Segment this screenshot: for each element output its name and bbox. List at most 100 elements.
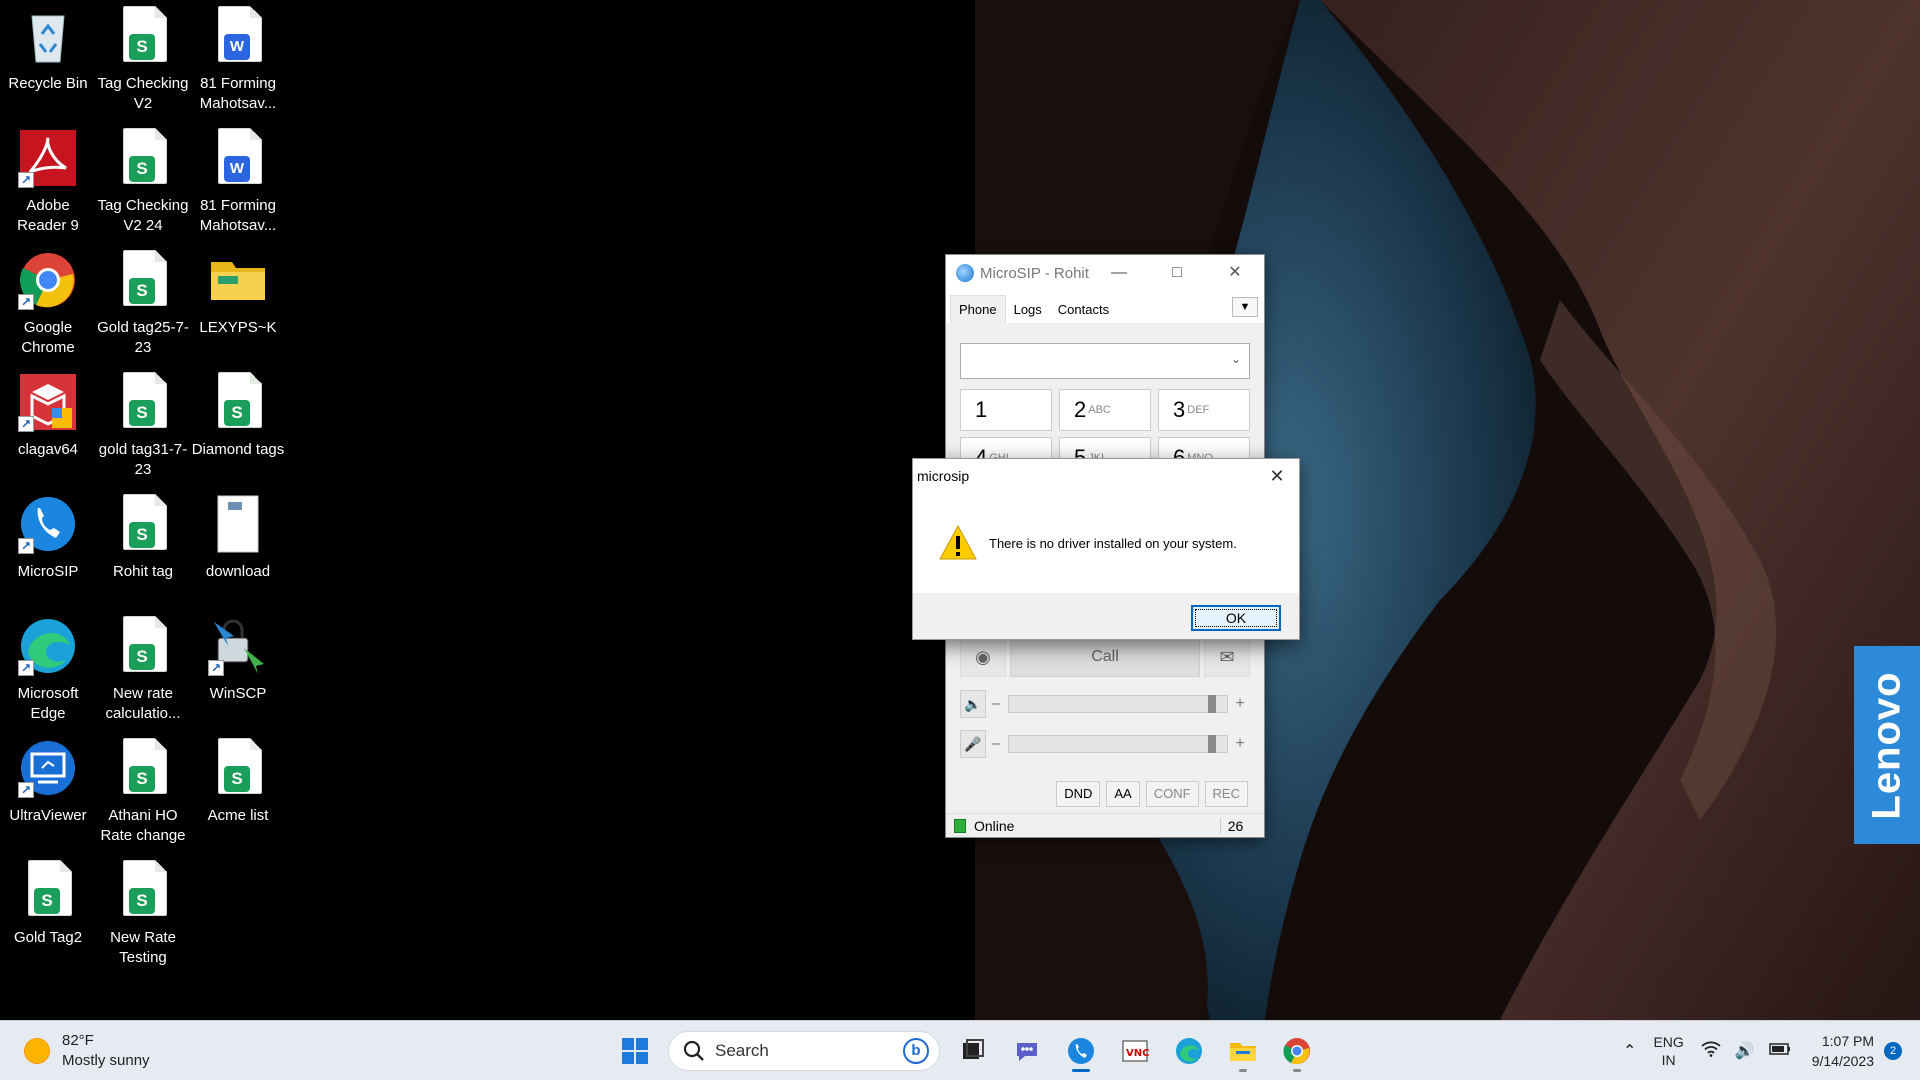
mic-volume-down[interactable]: – (986, 735, 1006, 753)
desktop-icon[interactable]: ↗ UltraViewer (0, 732, 96, 850)
dial-number-combobox[interactable]: ⌄ (960, 343, 1250, 379)
sunny-icon (22, 1036, 52, 1066)
teams-chat-icon[interactable] (1004, 1029, 1050, 1073)
speaker-icon[interactable]: 🔈 (960, 690, 986, 718)
word-document-icon: W (208, 128, 268, 188)
microphone-icon[interactable]: 🎤 (960, 730, 986, 758)
conference-button[interactable]: CONF (1145, 781, 1199, 807)
desktop-icon[interactable]: LEXYPS~K (190, 244, 286, 362)
battery-icon[interactable] (1768, 1042, 1791, 1060)
minimize-icon[interactable]: — (1090, 255, 1148, 291)
microsip-icon: ↗ (18, 494, 78, 554)
desktop-icon[interactable]: S Acme list (190, 732, 286, 850)
weather-temperature: 82°F (62, 1032, 94, 1049)
desktop-icon-label: LEXYPS~K (199, 319, 277, 336)
status-bar: Online 26 (946, 813, 1264, 837)
spreadsheet-file-icon: S (113, 128, 173, 188)
speaker-volume-up[interactable]: + (1230, 695, 1250, 713)
start-button[interactable] (612, 1029, 658, 1073)
desktop-icon[interactable]: S Gold tag25-7-23 (95, 244, 191, 362)
desktop-icon[interactable]: W 81 Forming Mahotsav... (190, 122, 286, 240)
notification-badge[interactable]: 2 (1884, 1042, 1902, 1060)
auto-answer-button[interactable]: AA (1106, 781, 1140, 807)
desktop-icon[interactable]: ↗ Microsoft Edge (0, 610, 96, 728)
folder-icon (208, 250, 268, 310)
desktop-icon-label: MicroSIP (17, 563, 79, 580)
desktop-icon[interactable]: S Gold Tag2 (0, 854, 96, 972)
dnd-button[interactable]: DND (1056, 781, 1101, 807)
shortcut-arrow-icon: ↗ (18, 416, 34, 432)
volume-icon[interactable]: 🔊 (1735, 1041, 1755, 1061)
desktop-icon-label: Tag Checking V2 24 (97, 197, 189, 234)
maximize-icon[interactable]: □ (1148, 255, 1206, 291)
dialog-footer: OK (913, 593, 1299, 639)
status-text[interactable]: Online (974, 818, 1014, 834)
call-button[interactable]: Call (1010, 637, 1200, 677)
vnc-viewer-icon[interactable]: VNC (1112, 1029, 1158, 1073)
desktop-icon[interactable]: S New Rate Testing (95, 854, 191, 972)
desktop-icon[interactable]: ↗ clagav64 (0, 366, 96, 484)
dialog-titlebar[interactable]: microsip ✕ (913, 459, 1299, 493)
task-view-icon[interactable] (950, 1029, 996, 1073)
desktop-icon-label: download (205, 563, 271, 580)
speaker-volume-down[interactable]: – (986, 695, 1006, 713)
desktop-icon[interactable]: S Diamond tags (190, 366, 286, 484)
bing-icon[interactable]: b (903, 1038, 929, 1064)
desktop-icon[interactable]: Sgold tag31-7-23 (95, 366, 191, 484)
microsip-taskbar-icon[interactable] (1058, 1029, 1104, 1073)
desktop-icon[interactable]: ↗ Google Chrome (0, 244, 96, 362)
chrome-icon[interactable] (1274, 1029, 1320, 1073)
spreadsheet-file-icon: S (113, 372, 173, 432)
desktop-icon[interactable]: W 81 Forming Mahotsav... (190, 0, 286, 118)
lenovo-logo: Lenovo (1854, 646, 1920, 844)
message-icon[interactable]: ✉ (1204, 637, 1250, 677)
tab-phone[interactable]: Phone (950, 295, 1006, 323)
mic-slider-thumb[interactable] (1208, 735, 1217, 753)
error-dialog[interactable]: microsip ✕ There is no driver installed … (912, 458, 1300, 640)
desktop-icon[interactable]: ↗ Adobe Reader 9 (0, 122, 96, 240)
speaker-volume-slider[interactable] (1008, 695, 1228, 713)
menu-dropdown-button[interactable]: ▼ (1232, 297, 1258, 317)
speaker-slider-thumb[interactable] (1208, 695, 1217, 713)
desktop-icon[interactable]: S Tag Checking V2 24 (95, 122, 191, 240)
key-digit: 3 (1173, 397, 1186, 422)
clock[interactable]: 1:07 PM 9/14/2023 (1812, 1031, 1874, 1071)
tab-contacts[interactable]: Contacts (1050, 296, 1117, 323)
language-indicator[interactable]: ENG IN (1653, 1033, 1683, 1069)
mic-volume-slider[interactable] (1008, 735, 1228, 753)
chevron-up-icon[interactable]: ⌃ (1623, 1041, 1636, 1061)
record-button[interactable]: REC (1204, 781, 1248, 807)
edge-icon[interactable] (1166, 1029, 1212, 1073)
voicemail-icon[interactable]: ◉ (960, 637, 1006, 677)
close-icon[interactable]: ✕ (1206, 255, 1264, 291)
desktop-icon[interactable]: Recycle Bin (0, 0, 96, 118)
dialpad-key-2[interactable]: 2 ABC (1059, 389, 1151, 431)
chrome-icon: ↗ (18, 250, 78, 310)
microsip-titlebar[interactable]: MicroSIP - Rohit — □ ✕ (946, 255, 1264, 291)
spreadsheet-file-icon: S (113, 738, 173, 798)
windows-logo-icon (622, 1038, 648, 1064)
desktop-icon-label: Gold Tag2 (13, 929, 83, 946)
desktop-icon-label: Google Chrome (21, 319, 75, 356)
dialpad-key-1[interactable]: 1 (960, 389, 1052, 431)
desktop-icon-label: 81 Forming Mahotsav... (199, 75, 277, 112)
wifi-icon[interactable] (1701, 1041, 1721, 1062)
tab-logs[interactable]: Logs (1006, 296, 1050, 323)
ok-button[interactable]: OK (1191, 605, 1281, 631)
desktop-icon-label: Gold tag25-7-23 (97, 319, 189, 356)
desktop-icon[interactable]: download (190, 488, 286, 606)
weather-widget[interactable]: 82°F Mostly sunny (22, 1031, 150, 1071)
close-icon[interactable]: ✕ (1255, 466, 1299, 487)
file-explorer-icon[interactable] (1220, 1029, 1266, 1073)
desktop-icon-label: clagav64 (17, 441, 79, 458)
clock-time: 1:07 PM (1821, 1033, 1874, 1049)
desktop-icon[interactable]: S New rate calculatio... (95, 610, 191, 728)
desktop-icon[interactable]: S Tag Checking V2 (95, 0, 191, 118)
desktop-icon[interactable]: S Athani HO Rate change (95, 732, 191, 850)
dialpad-key-3[interactable]: 3 DEF (1158, 389, 1250, 431)
mic-volume-up[interactable]: + (1230, 735, 1250, 753)
desktop-icon[interactable]: ↗ WinSCP (190, 610, 286, 728)
taskbar-search[interactable]: Search b (668, 1031, 940, 1071)
desktop-icon[interactable]: S Rohit tag (95, 488, 191, 606)
desktop-icon[interactable]: ↗ MicroSIP (0, 488, 96, 606)
